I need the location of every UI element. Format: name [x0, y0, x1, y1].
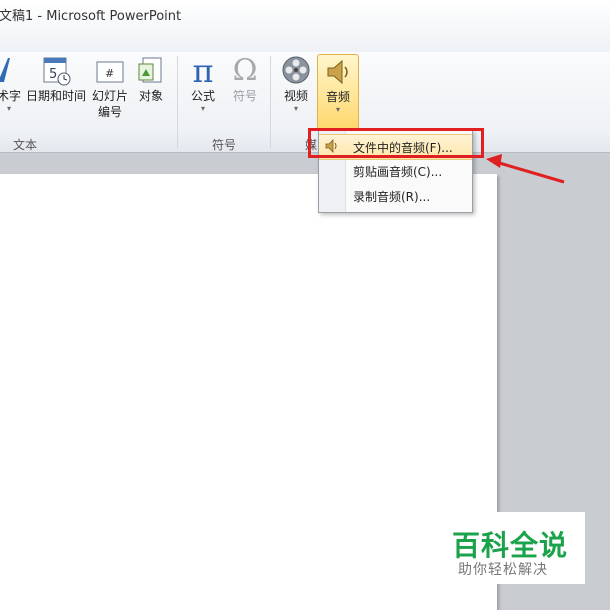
symbol-label: 符号 [232, 89, 257, 103]
svg-text:#: # [105, 67, 114, 80]
object-icon [135, 54, 167, 88]
equation-button[interactable]: π 公式 ▾ [186, 54, 220, 114]
annotation-highlight-box [308, 128, 484, 158]
ribbon-insert-tab: 术字 ▾ 5 日期和时间 # 幻灯片 编号 对象 文本 π 公式 ▾ Ω 符号 … [0, 52, 610, 153]
pi-icon: π [192, 52, 214, 90]
menu-item-label: 录制音频(R)... [353, 190, 431, 204]
group-label-text: 文本 [13, 138, 38, 152]
group-separator [177, 56, 178, 148]
wordart-button[interactable]: 术字 ▾ [0, 54, 22, 114]
slide-number-label-2: 编号 [97, 105, 122, 119]
datetime-label: 日期和时间 [26, 89, 87, 103]
menu-item-record-audio[interactable]: 录制音频(R)... [319, 184, 472, 208]
chevron-down-icon: ▾ [6, 104, 11, 113]
slide-number-label-1: 幻灯片 [91, 89, 128, 103]
calendar-clock-icon: 5 [40, 54, 72, 88]
film-reel-icon [280, 54, 312, 88]
annotation-arrow [486, 154, 565, 184]
wordart-icon [0, 54, 22, 88]
datetime-button[interactable]: 5 日期和时间 [26, 54, 86, 104]
menu-item-label: 剪贴画音频(C)... [353, 165, 443, 179]
symbol-button[interactable]: Ω 符号 [228, 54, 262, 104]
group-separator [270, 56, 271, 148]
slide-canvas[interactable] [0, 174, 497, 610]
equation-label: 公式 [190, 89, 215, 103]
chevron-down-icon: ▾ [335, 105, 340, 114]
slide-number-button[interactable]: # 幻灯片 编号 [90, 54, 130, 120]
speaker-icon [322, 55, 354, 89]
object-label: 对象 [138, 89, 163, 103]
svg-text:5: 5 [49, 67, 57, 82]
chevron-down-icon: ▾ [200, 104, 205, 113]
menu-item-clip-art-audio[interactable]: 剪贴画音频(C)... [319, 159, 472, 183]
wordart-label: 术字 [0, 89, 21, 103]
chevron-down-icon: ▾ [293, 104, 298, 113]
audio-button[interactable]: 音频 ▾ [317, 54, 359, 130]
window-title: 文稿1 - Microsoft PowerPoint [0, 9, 182, 24]
object-button[interactable]: 对象 [134, 54, 168, 104]
watermark-title: 百科全说 [452, 529, 569, 562]
watermark-subtitle: 助你轻松解决 [458, 562, 548, 578]
group-label-symbols: 符号 [212, 138, 237, 152]
slide-number-icon: # [94, 54, 126, 88]
video-button[interactable]: 视频 ▾ [279, 54, 313, 114]
watermark: 百科全说 助你轻松解决 [445, 512, 585, 584]
audio-label: 音频 [325, 90, 350, 104]
video-label: 视频 [283, 89, 308, 103]
title-bar: 文稿1 - Microsoft PowerPoint [0, 0, 610, 53]
omega-icon: Ω [232, 53, 258, 88]
